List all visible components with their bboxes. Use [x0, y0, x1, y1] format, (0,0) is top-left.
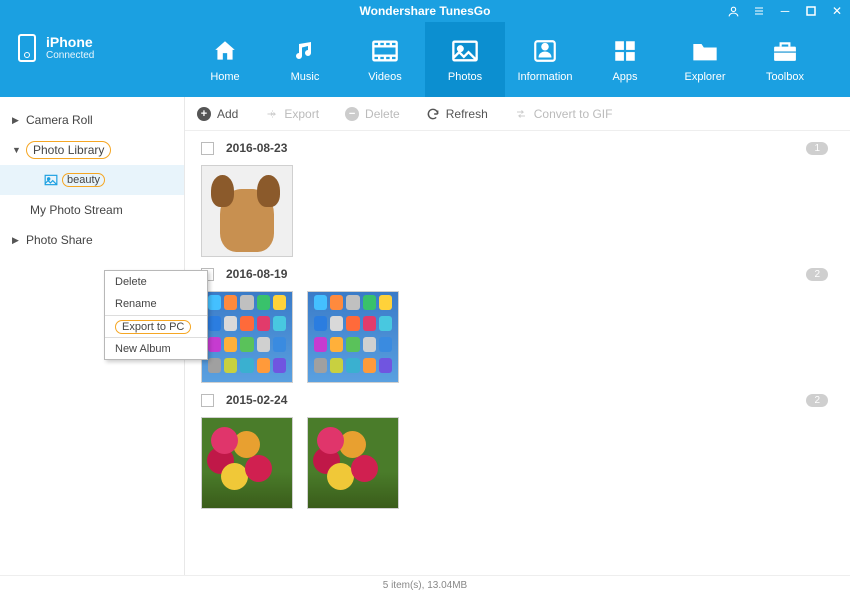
- group-count-badge: 1: [806, 142, 828, 155]
- context-export-pc[interactable]: Export to PC: [105, 315, 207, 337]
- user-icon[interactable]: [720, 0, 746, 22]
- content-area: + Add Export −Delete Refresh Convert to G…: [185, 97, 850, 575]
- toolbar: + Add Export −Delete Refresh Convert to G…: [185, 97, 850, 131]
- plus-icon: +: [197, 107, 211, 121]
- sidebar-photo-share-label: Photo Share: [26, 233, 93, 247]
- picture-icon: [44, 174, 58, 186]
- sidebar-album-beauty[interactable]: beauty: [0, 165, 184, 195]
- nav-explorer-label: Explorer: [685, 71, 726, 83]
- nav-photos[interactable]: Photos: [425, 22, 505, 97]
- status-bar: 5 item(s), 13.04MB: [0, 575, 850, 595]
- window-controls: ─ ✕: [720, 0, 850, 22]
- nav-tabs: Home Music Videos Photos Information App…: [185, 22, 850, 97]
- apps-icon: [609, 37, 641, 65]
- toolbar-add[interactable]: + Add: [197, 107, 238, 121]
- device-status: Connected: [46, 50, 94, 61]
- menu-icon[interactable]: [746, 0, 772, 22]
- toolbox-icon: [769, 37, 801, 65]
- sidebar-photo-library-label: Photo Library: [26, 141, 111, 159]
- videos-icon: [369, 37, 401, 65]
- information-icon: [529, 37, 561, 65]
- photo-thumbnail[interactable]: [307, 291, 399, 383]
- nav-photos-label: Photos: [448, 71, 482, 83]
- nav-home-label: Home: [210, 71, 239, 83]
- group-count-badge: 2: [806, 268, 828, 281]
- group-count-badge: 2: [806, 394, 828, 407]
- music-icon: [289, 37, 321, 65]
- refresh-icon: [426, 107, 440, 121]
- nav-videos-label: Videos: [368, 71, 401, 83]
- sidebar: ▶ Camera Roll ▼ Photo Library beauty My …: [0, 97, 185, 575]
- nav-music-label: Music: [291, 71, 320, 83]
- toolbar-convert-label: Convert to GIF: [534, 107, 613, 121]
- explorer-icon: [689, 37, 721, 65]
- photo-thumbnail[interactable]: [201, 417, 293, 509]
- context-delete[interactable]: Delete: [105, 271, 207, 293]
- nav-information[interactable]: Information: [505, 22, 585, 97]
- toolbar-convert-gif[interactable]: Convert to GIF: [514, 107, 613, 121]
- chevron-right-icon: ▶: [12, 115, 22, 126]
- status-text: 5 item(s), 13.04MB: [383, 580, 467, 591]
- toolbar-refresh-label: Refresh: [446, 107, 488, 121]
- sidebar-my-photo-stream[interactable]: My Photo Stream: [0, 195, 184, 225]
- nav-apps[interactable]: Apps: [585, 22, 665, 97]
- toolbar-add-label: Add: [217, 107, 238, 121]
- photo-group: 2015-02-24 2: [201, 393, 834, 509]
- nav-apps-label: Apps: [612, 71, 637, 83]
- device-panel[interactable]: iPhone Connected: [0, 22, 185, 97]
- sidebar-photo-share[interactable]: ▶ Photo Share: [0, 225, 184, 255]
- context-export-pc-label: Export to PC: [115, 320, 191, 334]
- nav-music[interactable]: Music: [265, 22, 345, 97]
- photo-thumbnail[interactable]: [201, 291, 293, 383]
- context-new-album-label: New Album: [115, 343, 171, 355]
- maximize-button[interactable]: [798, 0, 824, 22]
- context-new-album[interactable]: New Album: [105, 337, 207, 359]
- sidebar-album-beauty-label: beauty: [62, 173, 105, 187]
- toolbar-refresh[interactable]: Refresh: [426, 107, 488, 121]
- group-date: 2016-08-23: [226, 141, 287, 155]
- group-checkbox[interactable]: [201, 142, 214, 155]
- sidebar-camera-roll-label: Camera Roll: [26, 113, 93, 127]
- photos-scroll[interactable]: 2016-08-23 1 2016-08-19 2: [185, 131, 850, 575]
- home-icon: [209, 37, 241, 65]
- export-icon: [264, 108, 278, 120]
- minimize-button[interactable]: ─: [772, 0, 798, 22]
- photo-thumbnail[interactable]: [307, 417, 399, 509]
- group-date: 2016-08-19: [226, 267, 287, 281]
- toolbar-export-label: Export: [284, 107, 319, 121]
- close-button[interactable]: ✕: [824, 0, 850, 22]
- sidebar-camera-roll[interactable]: ▶ Camera Roll: [0, 105, 184, 135]
- context-menu: Delete Rename Export to PC New Album: [104, 270, 208, 360]
- toolbar-delete[interactable]: −Delete: [345, 107, 400, 121]
- photo-group: 2016-08-19 2: [201, 267, 834, 383]
- group-date: 2015-02-24: [226, 393, 287, 407]
- sidebar-my-photo-stream-label: My Photo Stream: [30, 203, 123, 217]
- sidebar-photo-library[interactable]: ▼ Photo Library: [0, 135, 184, 165]
- title-bar: Wondershare TunesGo ─ ✕: [0, 0, 850, 22]
- photo-thumbnail[interactable]: [201, 165, 293, 257]
- toolbar-export[interactable]: Export: [264, 107, 319, 121]
- nav-home[interactable]: Home: [185, 22, 265, 97]
- toolbar-delete-label: Delete: [365, 107, 400, 121]
- window-title: Wondershare TunesGo: [360, 4, 491, 18]
- minus-icon: −: [345, 107, 359, 121]
- device-name: iPhone: [46, 34, 94, 50]
- group-checkbox[interactable]: [201, 394, 214, 407]
- photo-group: 2016-08-23 1: [201, 141, 834, 257]
- top-bar: iPhone Connected Home Music Videos Photo…: [0, 22, 850, 97]
- nav-toolbox[interactable]: Toolbox: [745, 22, 825, 97]
- context-delete-label: Delete: [115, 276, 147, 288]
- nav-information-label: Information: [517, 71, 572, 83]
- chevron-down-icon: ▼: [12, 145, 22, 155]
- nav-videos[interactable]: Videos: [345, 22, 425, 97]
- convert-icon: [514, 108, 528, 120]
- photos-icon: [449, 37, 481, 65]
- nav-toolbox-label: Toolbox: [766, 71, 804, 83]
- context-rename[interactable]: Rename: [105, 293, 207, 315]
- context-rename-label: Rename: [115, 298, 157, 310]
- nav-explorer[interactable]: Explorer: [665, 22, 745, 97]
- phone-icon: [18, 34, 36, 62]
- chevron-right-icon: ▶: [12, 235, 22, 246]
